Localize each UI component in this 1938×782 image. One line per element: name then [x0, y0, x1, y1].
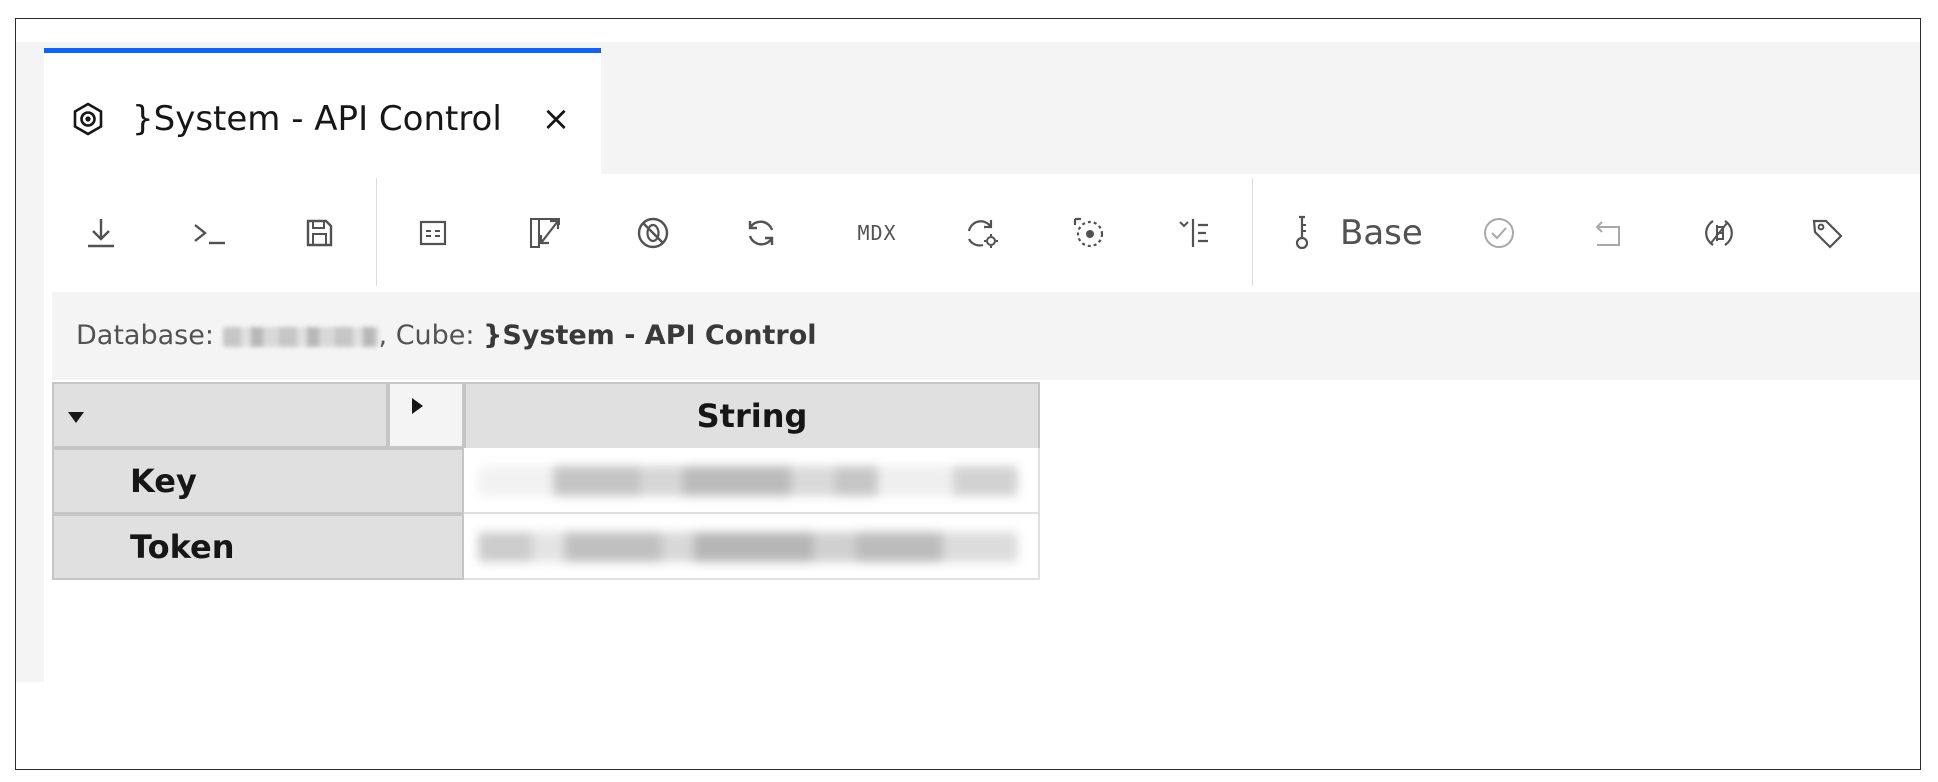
tab-system-api-control[interactable]: }System - API Control ×: [44, 48, 601, 174]
caret-down-icon[interactable]: [68, 412, 84, 423]
data-cell-token[interactable]: [464, 514, 1040, 580]
export-icon[interactable]: [76, 208, 126, 258]
tab-title: }System - API Control: [132, 99, 502, 139]
cube-grid: String Key Token: [52, 380, 1920, 580]
cube-view-icon: [73, 102, 103, 136]
properties-icon[interactable]: [408, 208, 458, 258]
row-header-label: Token: [130, 528, 235, 566]
mdx-icon[interactable]: MDX: [844, 208, 910, 258]
redacted-value: [478, 532, 1018, 562]
database-name-redacted: [222, 326, 379, 347]
data-cell-key[interactable]: [464, 448, 1040, 514]
sort-icon[interactable]: [1170, 208, 1220, 258]
focus-icon[interactable]: [1064, 208, 1114, 258]
row-header[interactable]: Key: [52, 448, 464, 514]
info-text: Database: , Cube: }System - API Control: [76, 316, 817, 356]
redacted-value: [478, 466, 1018, 496]
spreading-icon[interactable]: [1694, 208, 1744, 258]
row-header-label: Key: [130, 462, 197, 500]
close-icon[interactable]: ×: [536, 99, 576, 139]
save-icon[interactable]: [294, 208, 344, 258]
caret-right-icon[interactable]: [412, 398, 423, 414]
sandbox-label[interactable]: Base: [1340, 208, 1423, 258]
toolbar: MDX Base: [44, 174, 1920, 292]
sandbox-icon[interactable]: [1278, 208, 1328, 258]
terminal-icon[interactable]: [184, 208, 234, 258]
row-header[interactable]: Token: [52, 514, 464, 580]
left-gutter: [16, 42, 44, 682]
toolbar-separator: [1252, 178, 1253, 286]
revert-icon[interactable]: [1584, 208, 1634, 258]
cube-label: , Cube:: [378, 320, 475, 351]
column-header-label: String: [696, 397, 808, 435]
suppress-zeros-icon[interactable]: [628, 208, 678, 258]
column-dimension-toggle[interactable]: [388, 382, 464, 448]
column-header[interactable]: String: [464, 382, 1040, 450]
recalculate-icon[interactable]: [956, 208, 1006, 258]
refresh-icon[interactable]: [736, 208, 786, 258]
expand-icon[interactable]: [520, 208, 570, 258]
mdx-label: MDX: [857, 221, 897, 245]
tag-icon[interactable]: [1802, 208, 1852, 258]
database-label: Database:: [76, 320, 214, 351]
info-bar: Database: , Cube: }System - API Control: [52, 292, 1920, 380]
commit-icon[interactable]: [1474, 208, 1524, 258]
toolbar-separator: [376, 178, 377, 286]
cube-name: }System - API Control: [483, 320, 817, 351]
row-dimension-toggle[interactable]: [52, 382, 388, 448]
